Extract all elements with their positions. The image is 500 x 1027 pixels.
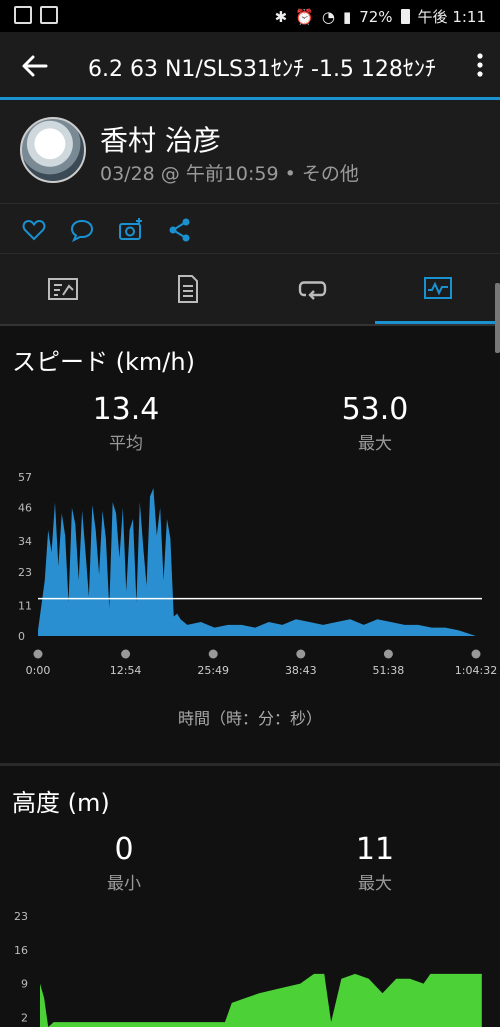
- speed-x-tick: 12:54: [110, 664, 142, 677]
- tab-summary[interactable]: [0, 254, 125, 324]
- elevation-max-value: 11: [355, 832, 395, 867]
- speed-average-label: 平均: [109, 434, 143, 454]
- tab-laps[interactable]: [250, 254, 375, 324]
- speed-y-tick: 23: [18, 566, 32, 579]
- speed-x-tick-marker: [383, 649, 393, 659]
- speed-x-tick: 1:04:32: [455, 664, 497, 677]
- elevation-chart[interactable]: 2 9 16 23: [0, 905, 500, 1027]
- speed-average: 13.4 平均: [46, 392, 206, 454]
- elevation-min-label: 最小: [107, 874, 141, 894]
- alarm-icon: ⏰: [295, 7, 314, 26]
- elevation-min-value: 0: [114, 832, 134, 867]
- speed-x-tick-marker: [33, 649, 43, 659]
- x-axis-title: 時間（時：分：秒）: [177, 709, 322, 728]
- social-actions: [0, 204, 500, 254]
- section-divider: [0, 763, 500, 766]
- app-bar: 6.2 63 N1/SLS31ｾﾝﾁ -1.5 128ｾﾝﾁ: [0, 32, 500, 98]
- speed-x-tick: 51:38: [373, 664, 405, 677]
- elevation-y-tick: 9: [21, 978, 28, 991]
- speed-x-tick: 38:43: [285, 664, 317, 677]
- speed-x-tick-marker: [208, 649, 218, 659]
- signal-icon: ▮: [342, 7, 352, 26]
- speed-area: [38, 488, 476, 636]
- speed-x-tick: 0:00: [26, 664, 51, 677]
- summary-icon: [47, 278, 78, 300]
- elevation-max-label: 最大: [358, 874, 392, 894]
- chart-icon: [423, 276, 452, 299]
- elevation-y-tick: 23: [14, 910, 28, 923]
- elevation-y-tick: 2: [21, 1011, 28, 1024]
- activity-meta: 03/28 @ 午前10:59 • その他: [100, 163, 359, 185]
- battery-icon: [400, 9, 410, 24]
- battery-level: 72%: [359, 7, 393, 26]
- speed-max-value: 53.0: [341, 392, 409, 427]
- elevation-max: 11 最大: [295, 832, 455, 894]
- speed-y-tick: 0: [18, 630, 25, 643]
- speed-x-tick-marker: [471, 649, 481, 659]
- speed-max: 53.0 最大: [295, 392, 455, 454]
- elevation-area: [40, 973, 482, 1027]
- speed-y-tick: 57: [18, 471, 32, 484]
- more-options-icon[interactable]: [476, 52, 484, 78]
- speed-title: スピード (km/h): [12, 348, 195, 376]
- like-heart-icon[interactable]: [21, 217, 47, 243]
- elevation-min: 0 最小: [44, 832, 204, 894]
- clock: 午後 1:11: [417, 8, 486, 26]
- comment-icon[interactable]: [69, 217, 95, 243]
- view-tabs: [0, 254, 500, 326]
- activity-title: 6.2 63 N1/SLS31ｾﾝﾁ -1.5 128ｾﾝﾁ: [88, 57, 436, 82]
- speed-x-tick-marker: [296, 649, 306, 659]
- activity-header: 香村 治彦 03/28 @ 午前10:59 • その他: [0, 100, 500, 204]
- back-arrow-icon[interactable]: [18, 49, 52, 83]
- avatar[interactable]: [20, 117, 86, 183]
- speed-y-tick: 11: [18, 599, 32, 612]
- tab-details[interactable]: [125, 254, 250, 324]
- add-photo-icon[interactable]: [118, 217, 144, 243]
- bluetooth-icon: ✱: [274, 7, 288, 26]
- share-icon[interactable]: [167, 217, 193, 243]
- tab-charts[interactable]: [375, 254, 500, 324]
- speed-x-tick-marker: [121, 649, 131, 659]
- user-name[interactable]: 香村 治彦: [100, 119, 221, 159]
- speed-x-tick: 25:49: [197, 664, 229, 677]
- scrollbar-thumb[interactable]: [495, 283, 500, 353]
- elevation-title: 高度 (m): [12, 789, 110, 817]
- wifi-icon: ◔: [321, 7, 335, 26]
- speed-chart[interactable]: 0 11 23 34 46 57 0:00 12:54 25:49 38:43 51:38 1:04:…: [0, 465, 500, 690]
- status-bar: ✱ ⏰ ◔ ▮ 72% 午後 1:11: [0, 0, 500, 32]
- details-icon: [177, 275, 198, 303]
- speed-max-label: 最大: [358, 434, 392, 454]
- speed-y-tick: 34: [18, 535, 32, 548]
- notification-icon: [40, 6, 58, 24]
- gallery-icon: [14, 6, 32, 24]
- laps-icon: [298, 281, 326, 300]
- speed-average-value: 13.4: [92, 392, 160, 427]
- speed-y-tick: 46: [18, 502, 32, 515]
- elevation-y-tick: 16: [14, 944, 28, 957]
